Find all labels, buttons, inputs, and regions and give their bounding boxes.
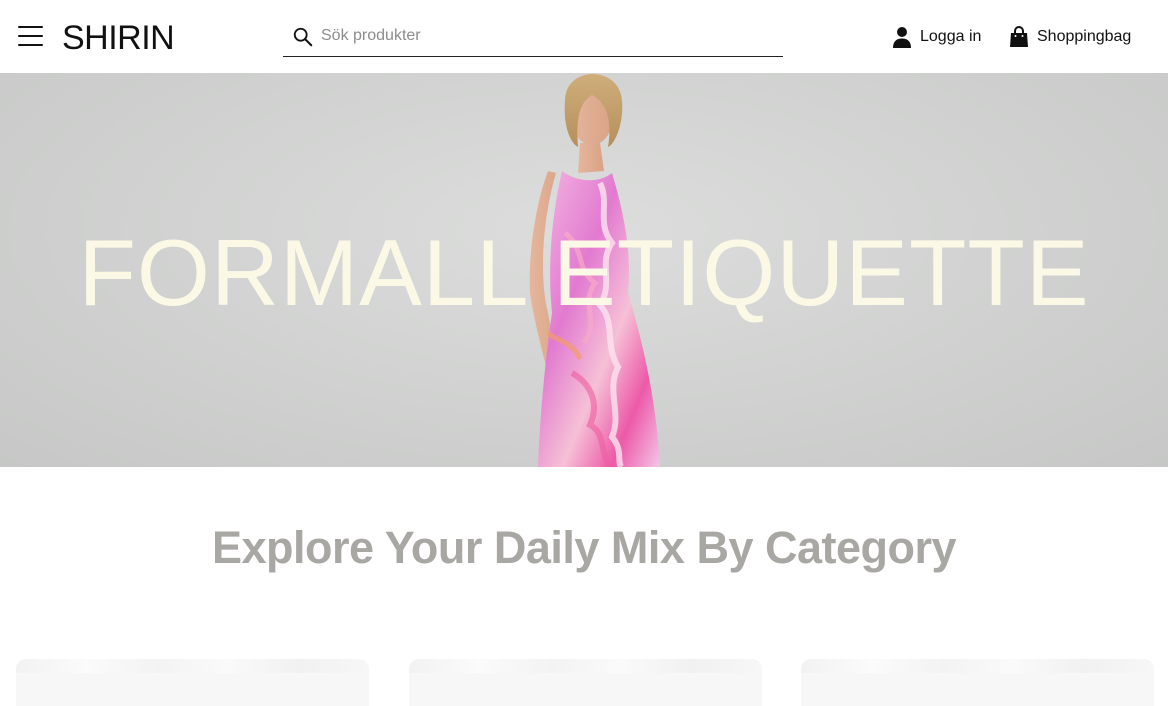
category-card[interactable] bbox=[801, 659, 1154, 706]
category-section-title: Explore Your Daily Mix By Category bbox=[211, 522, 957, 573]
site-header: SHIRIN Logga in Shoppingbag bbox=[0, 0, 1168, 73]
user-icon bbox=[893, 27, 911, 48]
search-input[interactable] bbox=[321, 22, 771, 50]
category-card[interactable] bbox=[16, 659, 369, 706]
site-logo[interactable]: SHIRIN bbox=[62, 18, 175, 58]
shopping-bag-link[interactable]: Shoppingbag bbox=[1009, 25, 1131, 49]
login-link[interactable]: Logga in bbox=[892, 25, 981, 49]
hamburger-menu-icon[interactable] bbox=[18, 26, 44, 48]
shopping-bag-icon bbox=[1010, 26, 1028, 47]
shopping-bag-label: Shoppingbag bbox=[1037, 28, 1132, 45]
search-icon[interactable] bbox=[292, 26, 314, 48]
hero-banner[interactable]: FORMALL ETIQUETTE bbox=[0, 73, 1168, 467]
hero-title: FORMALL ETIQUETTE bbox=[78, 220, 1090, 325]
search-bar bbox=[283, 16, 783, 57]
category-card[interactable] bbox=[409, 659, 762, 706]
login-label: Logga in bbox=[920, 28, 982, 45]
